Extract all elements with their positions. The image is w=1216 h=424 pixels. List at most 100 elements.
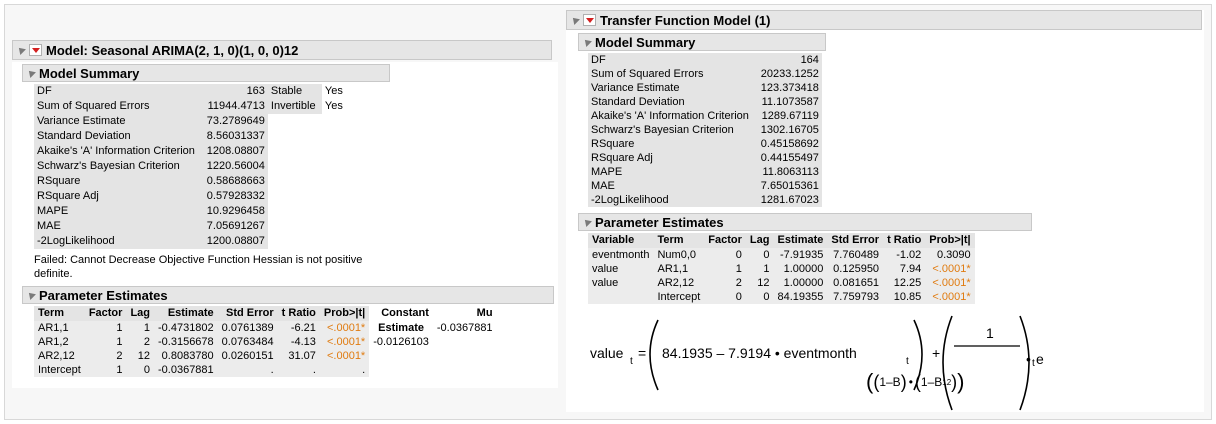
disclosure-icon[interactable]: [26, 290, 36, 300]
summary-label: RSquare: [34, 174, 198, 189]
summary-label: Akaike's 'A' Information Criterion: [588, 109, 752, 123]
lag-cell: 1: [126, 321, 154, 335]
factor-cell: 2: [84, 349, 127, 363]
eq-dot: •: [1026, 351, 1031, 367]
eq-plus: +: [932, 345, 940, 361]
eq-e: e: [1036, 351, 1044, 367]
summary-label: Sum of Squared Errors: [34, 99, 198, 114]
right-summary-title: Model Summary: [595, 34, 696, 50]
summary-value: 10.9296458: [197, 204, 268, 219]
summary-label: Schwarz's Bayesian Criterion: [588, 123, 752, 137]
tratio-cell: 7.94: [883, 262, 926, 276]
estimate-cell: 1.00000: [773, 276, 828, 290]
term-cell: Num0,0: [653, 248, 705, 262]
summary-label: MAE: [588, 179, 752, 193]
summary-label: MAPE: [588, 165, 752, 179]
right-params-header[interactable]: Parameter Estimates: [578, 213, 1032, 231]
eq-den-exp: 12: [942, 377, 952, 387]
summary-row: Standard Deviation 8.56031337: [34, 129, 346, 144]
right-params-table: Variable Term Factor Lag Estimate Std Error t …: [588, 233, 975, 304]
stderr-cell: .: [217, 363, 278, 377]
stderr-cell: 7.760489: [827, 248, 884, 262]
tratio-cell: 10.85: [883, 290, 926, 304]
red-triangle-menu-icon[interactable]: [583, 14, 596, 26]
lag-cell: 12: [745, 276, 774, 290]
column-header: Estimate: [773, 233, 828, 248]
estimate-cell: -7.91935: [773, 248, 828, 262]
tratio-cell: 12.25: [883, 276, 926, 290]
lag-cell: 0: [745, 290, 774, 304]
term-cell: AR2,12: [34, 349, 85, 363]
disclosure-icon[interactable]: [26, 68, 36, 78]
summary-label: DF: [588, 53, 752, 67]
left-summary-header[interactable]: Model Summary: [22, 64, 390, 82]
column-header: Prob>|t|: [925, 233, 975, 248]
right-summary-header[interactable]: Model Summary: [578, 33, 826, 51]
failed-line-2: definite.: [34, 268, 73, 280]
stderr-cell: 0.0761389: [217, 321, 278, 335]
stderr-cell: 0.0763484: [217, 335, 278, 349]
constant-subheader: Estimate: [378, 322, 424, 334]
summary-value: 1289.67119: [751, 109, 822, 123]
summary-row: DF 164: [588, 53, 822, 67]
eq-paren-left-1: [649, 319, 659, 391]
flag-label: Stable: [267, 84, 322, 99]
summary-row: Schwarz's Bayesian Criterion 1302.16705: [588, 123, 822, 137]
column-header: Term: [653, 233, 705, 248]
eq-numerator: 1: [986, 325, 994, 341]
prob-cell: <.0001*: [925, 290, 975, 304]
eq-equals: =: [638, 345, 646, 361]
right-report-header[interactable]: Transfer Function Model (1): [566, 10, 1202, 30]
left-params-header[interactable]: Parameter Estimates: [22, 286, 554, 304]
estimate-cell: 84.19355: [773, 290, 828, 304]
disclosure-icon[interactable]: [570, 15, 580, 25]
column-header: Factor: [704, 233, 746, 248]
term-cell: Intercept: [653, 290, 705, 304]
prob-cell: <.0001*: [925, 276, 975, 290]
empty-cell: [433, 349, 497, 363]
header-row: Term Factor Lag Estimate Std Error t Ratio Pro…: [34, 306, 497, 321]
summary-row: Schwarz's Bayesian Criterion 1220.56004: [34, 159, 346, 174]
summary-value: 11.1073587: [751, 95, 822, 109]
eq-lhs: value: [590, 345, 624, 361]
column-header: Term: [34, 306, 85, 321]
disclosure-icon[interactable]: [582, 37, 592, 47]
summary-value: 7.65015361: [751, 179, 822, 193]
summary-row: MAPE 11.8063113: [588, 165, 822, 179]
summary-value: 73.2789649: [197, 114, 268, 129]
lag-cell: 0: [745, 248, 774, 262]
summary-label: DF: [34, 84, 198, 99]
eq-e-sub-t: t: [1032, 358, 1035, 369]
flag-value: Yes: [324, 100, 343, 112]
left-report-header[interactable]: Model: Seasonal ARIMA(2, 1, 0)(1, 0, 0)1…: [12, 40, 552, 60]
column-header: Lag: [126, 306, 154, 321]
disclosure-icon[interactable]: [582, 217, 592, 227]
table-row: value AR2,12 2 12 1.00000 0.081651 12.25 <.0001…: [588, 276, 975, 290]
summary-row: Standard Deviation 11.1073587: [588, 95, 822, 109]
eq-inner: 84.1935 – 7.9194 • eventmonth: [662, 345, 857, 361]
red-triangle-menu-icon[interactable]: [29, 44, 42, 56]
summary-row: RSquare 0.45158692: [588, 137, 822, 151]
summary-label: RSquare Adj: [588, 151, 752, 165]
lag-cell: 2: [126, 335, 154, 349]
factor-cell: 0: [704, 248, 746, 262]
summary-label: MAE: [34, 219, 198, 234]
summary-row: MAE 7.05691267: [34, 219, 346, 234]
summary-row: MAPE 10.9296458: [34, 204, 346, 219]
empty-cell: [369, 349, 433, 363]
summary-row: Variance Estimate 123.373418: [588, 81, 822, 95]
left-report-title: Model: Seasonal ARIMA(2, 1, 0)(1, 0, 0)1…: [46, 42, 299, 58]
summary-label: Standard Deviation: [34, 129, 198, 144]
summary-label: -2LogLikelihood: [34, 234, 198, 249]
tratio-cell: -6.21: [277, 321, 320, 335]
summary-value: 11944.4713: [197, 99, 268, 114]
factor-cell: 1: [84, 321, 127, 335]
flag-label: Invertible: [267, 99, 322, 114]
summary-value: 1200.08807: [197, 234, 268, 249]
left-params-table: Term Factor Lag Estimate Std Error t Ratio Pro…: [34, 306, 497, 377]
term-cell: AR1,2: [34, 335, 85, 349]
column-header: t Ratio: [277, 306, 320, 321]
eq-denominator: (( 1–B ) • ( 1–B 12 )): [866, 369, 965, 394]
disclosure-icon[interactable]: [16, 45, 26, 55]
summary-label: Variance Estimate: [34, 114, 198, 129]
